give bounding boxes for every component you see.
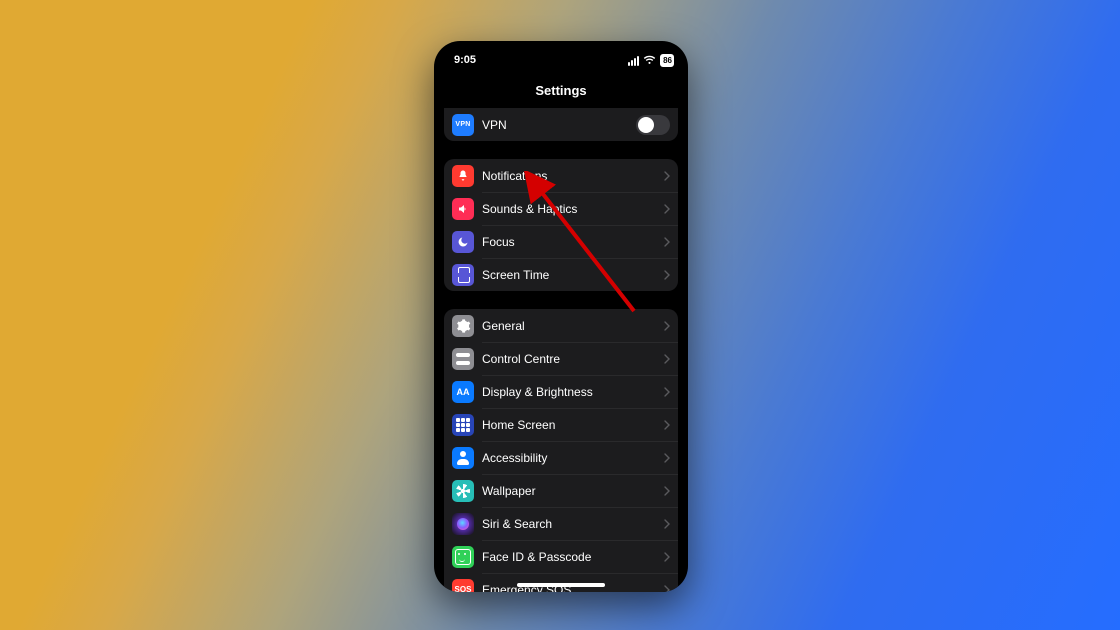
sos-icon: SOS [452, 579, 474, 593]
chevron-right-icon [664, 387, 670, 397]
settings-row-home-screen[interactable]: Home Screen [444, 408, 678, 441]
chevron-right-icon [664, 552, 670, 562]
notifications-label: Notifications [482, 169, 664, 183]
status-right: 86 [627, 54, 674, 67]
settings-row-faceid[interactable]: Face ID & Passcode [444, 540, 678, 573]
settings-group-3: General Control Centre AA Display & Brig… [444, 309, 678, 592]
faceid-label: Face ID & Passcode [482, 550, 664, 564]
chevron-right-icon [664, 204, 670, 214]
bell-icon [452, 165, 474, 187]
general-label: General [482, 319, 664, 333]
settings-row-siri[interactable]: Siri & Search [444, 507, 678, 540]
settings-row-notifications[interactable]: Notifications [444, 159, 678, 192]
status-bar: 9:05 86 [434, 41, 688, 71]
vpn-icon: VPN [452, 114, 474, 136]
battery-indicator: 86 [660, 54, 674, 67]
vpn-label: VPN [482, 118, 636, 132]
face-id-icon [452, 546, 474, 568]
gear-icon [452, 315, 474, 337]
chevron-right-icon [664, 486, 670, 496]
moon-icon [452, 231, 474, 253]
speaker-icon [452, 198, 474, 220]
siri-icon [452, 513, 474, 535]
flower-icon [452, 480, 474, 502]
home-screen-label: Home Screen [482, 418, 664, 432]
settings-group-1: VPN VPN [444, 108, 678, 141]
focus-label: Focus [482, 235, 664, 249]
text-size-icon: AA [452, 381, 474, 403]
chevron-right-icon [664, 270, 670, 280]
chevron-right-icon [664, 420, 670, 430]
battery-level: 86 [663, 55, 672, 66]
screentime-label: Screen Time [482, 268, 664, 282]
settings-row-screentime[interactable]: Screen Time [444, 258, 678, 291]
settings-row-focus[interactable]: Focus [444, 225, 678, 258]
control-centre-label: Control Centre [482, 352, 664, 366]
siri-label: Siri & Search [482, 517, 664, 531]
settings-row-accessibility[interactable]: Accessibility [444, 441, 678, 474]
home-indicator[interactable] [517, 583, 605, 587]
chevron-right-icon [664, 585, 670, 593]
settings-scroll[interactable]: VPN VPN Notifications [434, 108, 688, 592]
vpn-toggle[interactable] [636, 115, 670, 135]
page-title: Settings [434, 71, 688, 108]
clock-time: 9:05 [454, 54, 476, 66]
accessibility-icon [452, 447, 474, 469]
settings-row-control-centre[interactable]: Control Centre [444, 342, 678, 375]
chevron-right-icon [664, 237, 670, 247]
chevron-right-icon [664, 354, 670, 364]
wifi-icon [643, 55, 656, 65]
chevron-right-icon [664, 171, 670, 181]
settings-row-general[interactable]: General [444, 309, 678, 342]
chevron-right-icon [664, 453, 670, 463]
chevron-right-icon [664, 519, 670, 529]
settings-row-vpn[interactable]: VPN VPN [444, 108, 678, 141]
settings-group-2: Notifications Sounds & Haptics Focus [444, 159, 678, 291]
toggle-knob [638, 117, 654, 133]
settings-row-display[interactable]: AA Display & Brightness [444, 375, 678, 408]
apps-grid-icon [452, 414, 474, 436]
settings-row-wallpaper[interactable]: Wallpaper [444, 474, 678, 507]
stage: 9:05 86 Settings VPN VPN [0, 0, 1120, 630]
display-label: Display & Brightness [482, 385, 664, 399]
settings-row-sounds[interactable]: Sounds & Haptics [444, 192, 678, 225]
chevron-right-icon [664, 321, 670, 331]
sliders-icon [452, 348, 474, 370]
wallpaper-label: Wallpaper [482, 484, 664, 498]
accessibility-label: Accessibility [482, 451, 664, 465]
hourglass-icon [452, 264, 474, 286]
sounds-label: Sounds & Haptics [482, 202, 664, 216]
phone-frame: 9:05 86 Settings VPN VPN [434, 41, 688, 592]
cellular-signal-icon [627, 54, 639, 66]
